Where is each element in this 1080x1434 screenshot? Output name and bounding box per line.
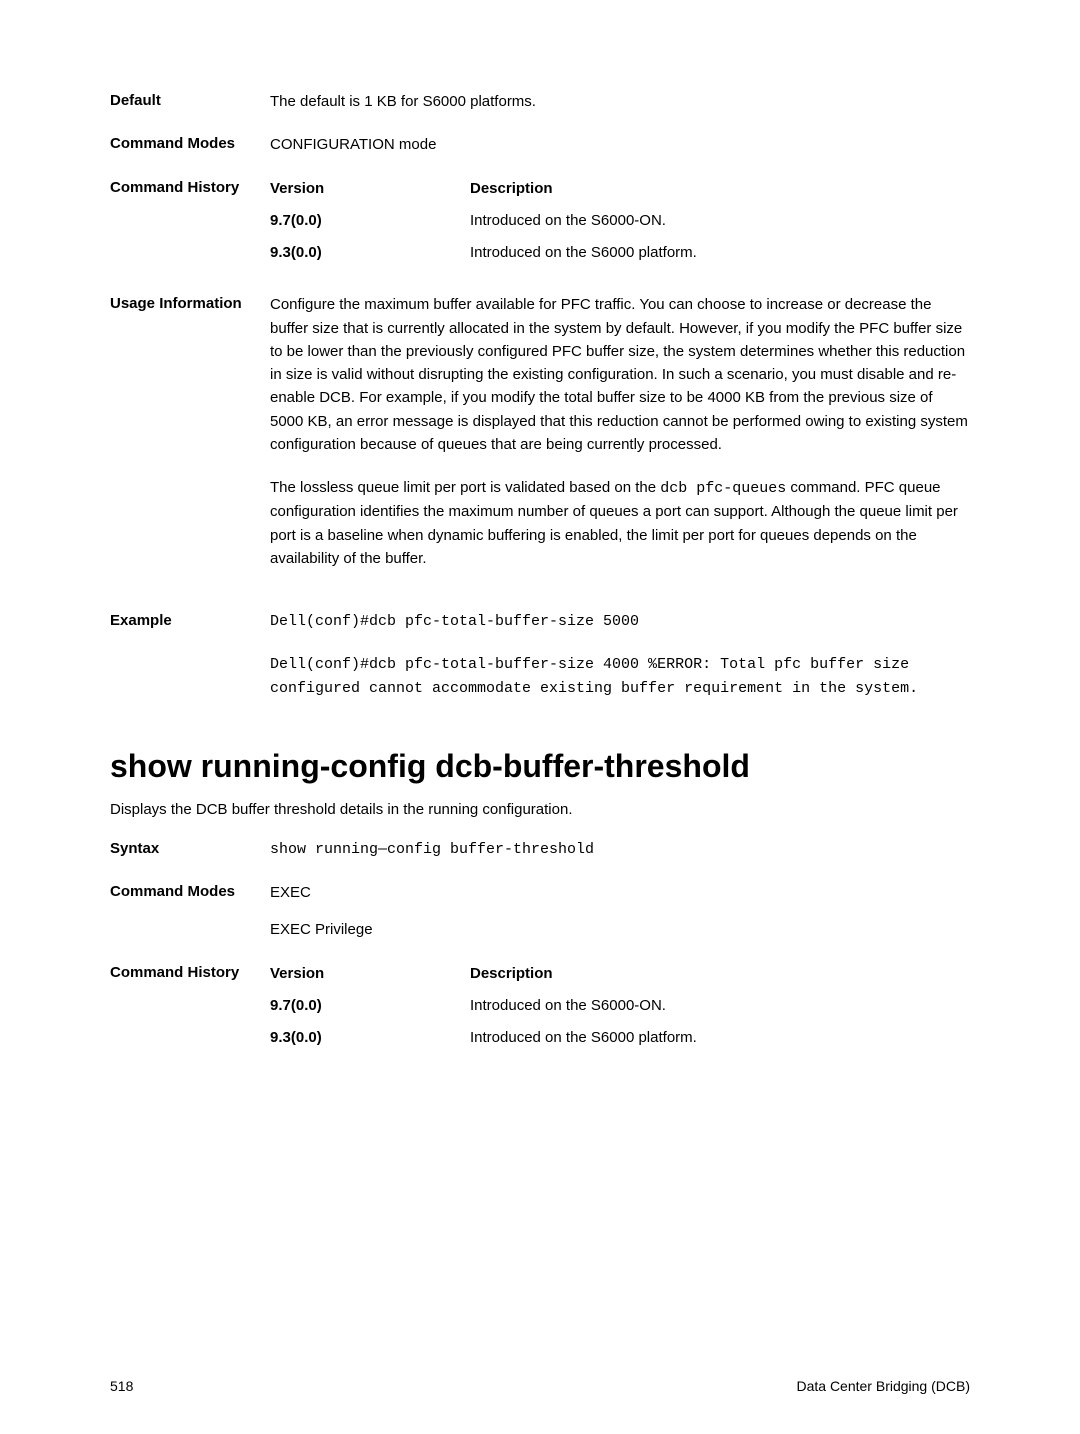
example-content: Dell(conf)#dcb pfc-total-buffer-size 500…: [270, 610, 970, 700]
default-value: The default is 1 KB for S6000 platforms.: [270, 90, 970, 113]
command-modes-label: Command Modes: [110, 133, 270, 156]
modes2-line1: EXEC: [270, 881, 970, 904]
usage-label: Usage Information: [110, 293, 270, 590]
command-history-table: Version Description 9.7(0.0) Introduced …: [270, 177, 970, 274]
history-desc-0: Introduced on the S6000-ON.: [470, 209, 970, 232]
example-label: Example: [110, 610, 270, 700]
default-label: Default: [110, 90, 270, 113]
history-desc-1: Introduced on the S6000 platform.: [470, 241, 970, 264]
section-heading: show running-config dcb-buffer-threshold: [110, 748, 970, 785]
syntax-value: show running—config buffer-threshold: [270, 838, 970, 861]
syntax-row: Syntax show running—config buffer-thresh…: [110, 838, 970, 861]
example-row: Example Dell(conf)#dcb pfc-total-buffer-…: [110, 610, 970, 700]
command-modes-value: CONFIGURATION mode: [270, 133, 970, 156]
history-version-1: 9.3(0.0): [270, 241, 470, 264]
page-number: 518: [110, 1378, 133, 1394]
section-intro: Displays the DCB buffer threshold detail…: [110, 801, 970, 818]
history2-version-1: 9.3(0.0): [270, 1026, 470, 1049]
history2-desc-1: Introduced on the S6000 platform.: [470, 1026, 970, 1049]
modes2-row: Command Modes EXEC EXEC Privilege: [110, 881, 970, 942]
usage-content: Configure the maximum buffer available f…: [270, 293, 970, 590]
history-header-desc: Description: [470, 177, 970, 200]
modes2-content: EXEC EXEC Privilege: [270, 881, 970, 942]
history-header-version: Version: [270, 177, 470, 200]
command-history-row: Command History Version Description 9.7(…: [110, 177, 970, 274]
modes2-label: Command Modes: [110, 881, 270, 942]
default-row: Default The default is 1 KB for S6000 pl…: [110, 90, 970, 113]
command-history-label: Command History: [110, 177, 270, 274]
page-footer: 518 Data Center Bridging (DCB): [110, 1378, 970, 1394]
example-block: Dell(conf)#dcb pfc-total-buffer-size 400…: [270, 653, 970, 700]
history-version-0: 9.7(0.0): [270, 209, 470, 232]
modes2-line2: EXEC Privilege: [270, 918, 970, 941]
example-line1: Dell(conf)#dcb pfc-total-buffer-size 500…: [270, 610, 970, 633]
command-modes-row: Command Modes CONFIGURATION mode: [110, 133, 970, 156]
syntax-label: Syntax: [110, 838, 270, 861]
history2-version-0: 9.7(0.0): [270, 994, 470, 1017]
usage-para2: The lossless queue limit per port is val…: [270, 476, 970, 570]
history2-header-version: Version: [270, 962, 470, 985]
usage-para1: Configure the maximum buffer available f…: [270, 293, 970, 456]
usage-row: Usage Information Configure the maximum …: [110, 293, 970, 590]
history2-table: Version Description 9.7(0.0) Introduced …: [270, 962, 970, 1059]
history2-header-desc: Description: [470, 962, 970, 985]
history2-row: Command History Version Description 9.7(…: [110, 962, 970, 1059]
history2-desc-0: Introduced on the S6000-ON.: [470, 994, 970, 1017]
usage-para2-code: dcb pfc-queues: [660, 480, 786, 497]
usage-para2-pre: The lossless queue limit per port is val…: [270, 479, 660, 496]
history2-label: Command History: [110, 962, 270, 1059]
footer-section-title: Data Center Bridging (DCB): [796, 1378, 970, 1394]
